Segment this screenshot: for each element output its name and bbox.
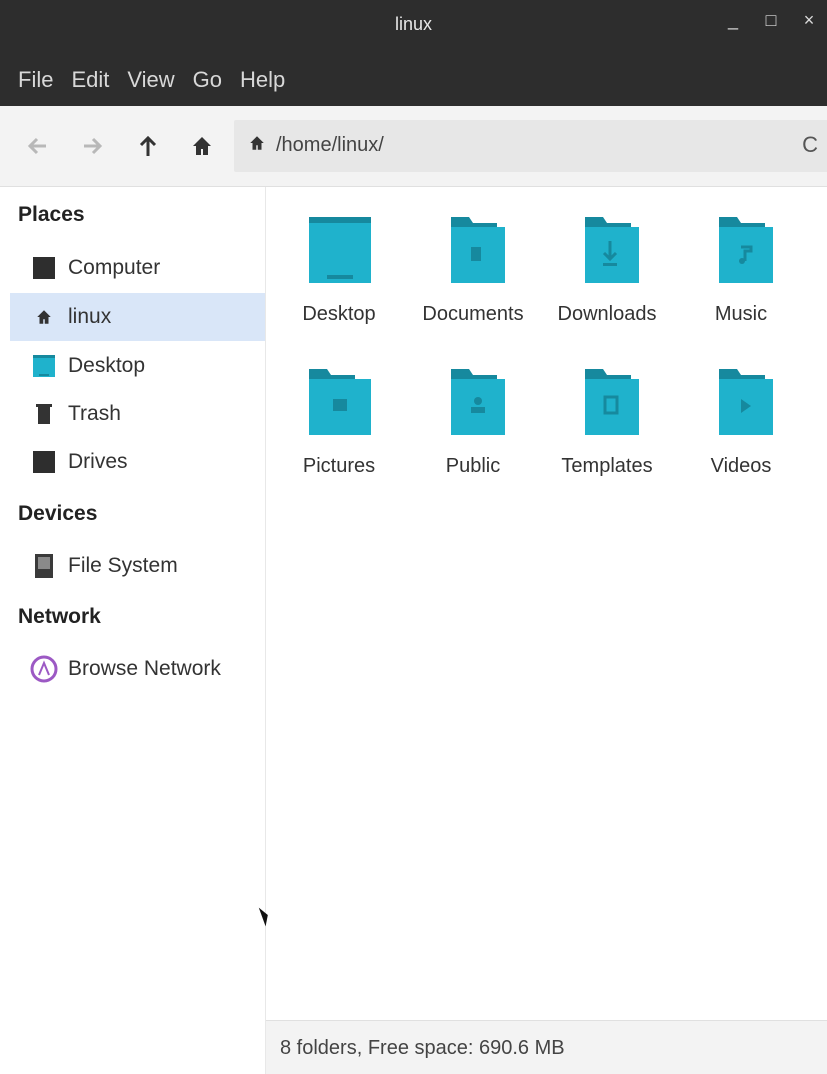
sidebar-item-label: Computer	[68, 256, 161, 279]
file-item-pictures[interactable]: Pictures	[272, 339, 406, 489]
home-icon	[193, 137, 211, 155]
file-name: Public	[445, 455, 501, 477]
public-folder-icon	[451, 369, 505, 435]
section-network: Network	[18, 605, 101, 628]
section-places: Places	[18, 203, 85, 226]
desktop-folder-icon	[30, 352, 58, 380]
harddisk-icon	[30, 552, 58, 580]
file-item-videos[interactable]: Videos	[674, 339, 808, 489]
file-item-music[interactable]: Music	[674, 187, 808, 337]
arrow-left-icon	[27, 137, 46, 155]
sidebar-item-file-system[interactable]: File System	[10, 542, 265, 590]
home-icon	[30, 303, 58, 331]
sidebar-item-trash[interactable]: Trash	[10, 390, 265, 438]
drives-icon	[30, 448, 58, 476]
section-devices: Devices	[18, 502, 98, 525]
menu-file[interactable]: File	[18, 67, 53, 93]
file-manager-window: linux _ □ × File Edit View Go Help /home…	[0, 0, 827, 1074]
menu-go[interactable]: Go	[193, 67, 222, 93]
file-view[interactable]: Desktop Documents Downloads Music Pictur…	[266, 187, 827, 1020]
file-name: Desktop	[302, 303, 376, 325]
file-item-public[interactable]: Public	[406, 339, 540, 489]
sidebar-item-label: Drives	[68, 450, 128, 473]
music-folder-icon	[719, 217, 773, 283]
location-bar[interactable]: /home/linux/ C	[234, 120, 827, 172]
sidebar-item-drives[interactable]: Drives	[10, 438, 265, 486]
computer-icon	[30, 254, 58, 282]
maximize-button[interactable]: □	[759, 10, 783, 31]
network-icon	[30, 655, 58, 683]
location-path[interactable]: /home/linux/	[276, 134, 384, 157]
sidebar-item-browse-network[interactable]: Browse Network	[10, 645, 265, 693]
templates-folder-icon	[585, 369, 639, 435]
sidebar-item-label: Desktop	[68, 354, 146, 377]
menu-view[interactable]: View	[127, 67, 174, 93]
sidebar-item-linux[interactable]: linux	[10, 293, 265, 341]
back-button[interactable]	[24, 132, 52, 160]
videos-folder-icon	[719, 369, 773, 435]
minimize-button[interactable]: _	[721, 10, 745, 31]
trash-icon	[30, 400, 58, 428]
file-name: Downloads	[557, 303, 657, 325]
file-item-downloads[interactable]: Downloads	[540, 187, 674, 337]
arrow-up-icon	[139, 135, 157, 156]
close-button[interactable]: ×	[797, 10, 821, 31]
forward-button[interactable]	[78, 132, 106, 160]
status-bar: 8 folders, Free space: 690.6 MB	[266, 1020, 827, 1074]
arrow-right-icon	[84, 137, 103, 155]
file-item-templates[interactable]: Templates	[540, 339, 674, 489]
file-name: Templates	[561, 455, 653, 477]
sidebar-item-label: linux	[68, 305, 112, 328]
documents-folder-icon	[451, 217, 505, 283]
file-name: Documents	[422, 303, 524, 325]
menu-help[interactable]: Help	[240, 67, 285, 93]
sidebar-item-desktop[interactable]: Desktop	[10, 342, 265, 390]
home-icon	[248, 134, 266, 157]
up-button[interactable]	[134, 132, 162, 160]
reload-button[interactable]: C	[802, 132, 818, 158]
sidebar-item-label: Browse Network	[68, 657, 221, 680]
desktop-folder-icon	[309, 217, 371, 283]
menu-bar: File Edit View Go Help	[0, 54, 827, 106]
window-title: linux	[394, 14, 433, 34]
file-item-desktop[interactable]: Desktop	[272, 187, 406, 337]
file-name: Music	[714, 303, 768, 325]
toolbar: /home/linux/ C	[0, 106, 827, 187]
downloads-folder-icon	[585, 217, 639, 283]
file-item-documents[interactable]: Documents	[406, 187, 540, 337]
status-text: 8 folders, Free space: 690.6 MB	[280, 1037, 565, 1059]
pictures-folder-icon	[309, 369, 371, 435]
sidebar-item-label: Trash	[68, 402, 121, 425]
sidebar-item-computer[interactable]: Computer	[10, 244, 265, 292]
sidebar: Places Computer linux Desktop Trash Driv…	[0, 187, 266, 1074]
home-button[interactable]	[188, 132, 216, 160]
file-name: Videos	[710, 455, 772, 477]
sidebar-item-label: File System	[68, 554, 178, 577]
menu-edit[interactable]: Edit	[71, 67, 109, 93]
file-name: Pictures	[302, 455, 376, 477]
title-bar[interactable]: linux _ □ ×	[0, 0, 827, 54]
